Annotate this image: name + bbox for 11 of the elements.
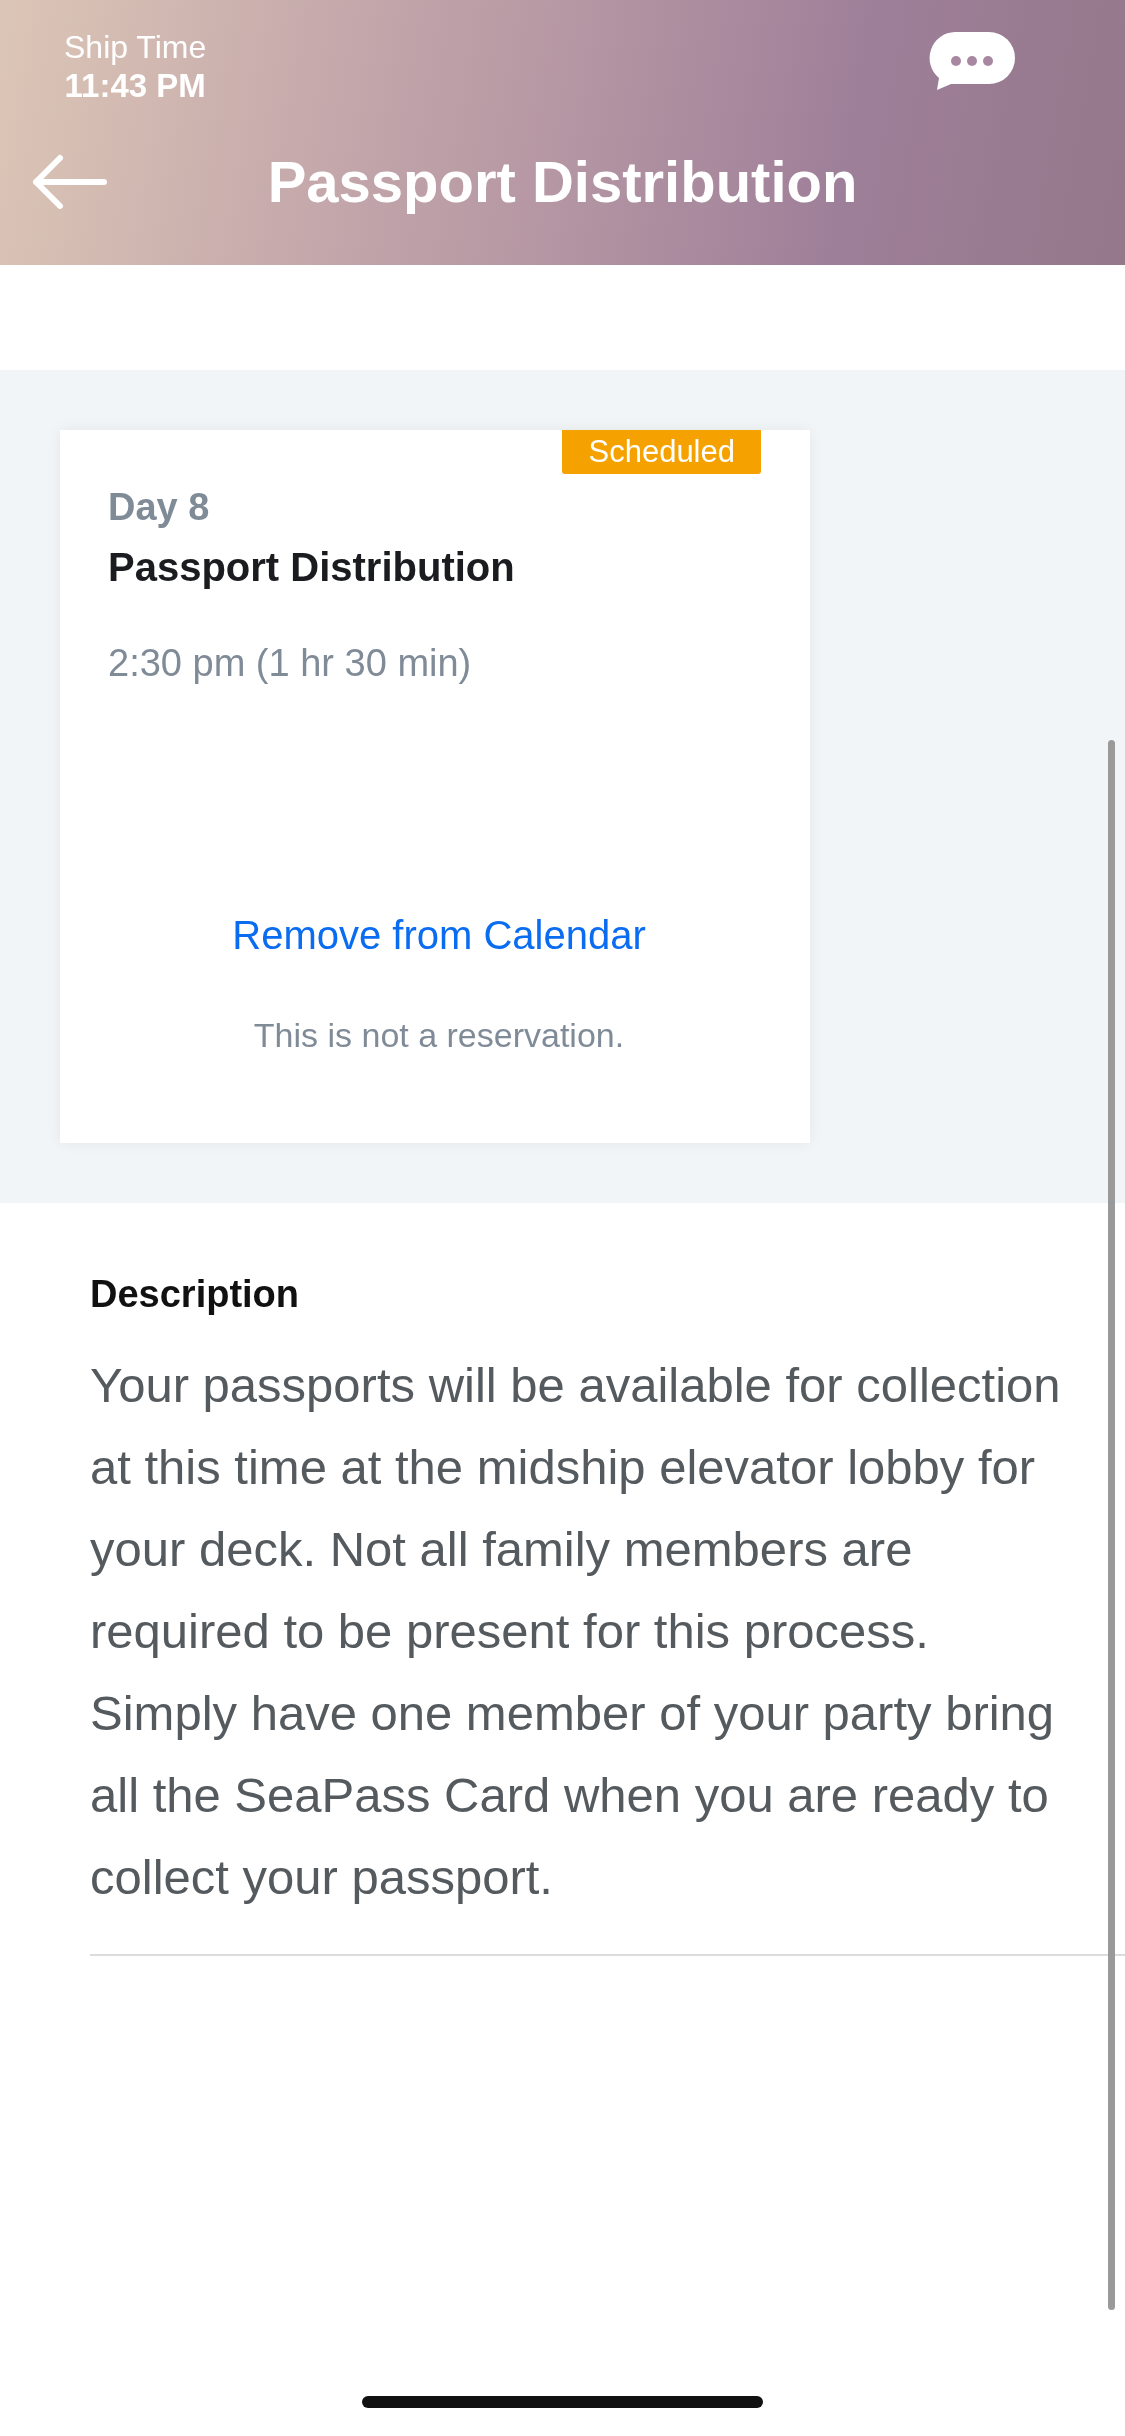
event-title: Passport Distribution <box>108 545 516 590</box>
reservation-note: This is not a reservation. <box>253 1016 625 1055</box>
status-badge: Scheduled <box>562 430 761 474</box>
page-title: Passport Distribution <box>267 147 858 215</box>
ship-time-label: Ship Time <box>64 28 207 66</box>
ship-time: 11:43 PM <box>64 66 206 106</box>
event-day: Day 8 <box>108 486 770 529</box>
remove-from-calendar-link[interactable]: Remove from Calendar <box>232 913 646 958</box>
description-text: Your passports will be available for collection at this time at the midship elevator lobby for your deck. Not all family members are required to be present for this process. Simply have one member of your party bring all the SeaPass Card when you are ready to collect your passport. <box>90 1357 1062 1906</box>
description-heading: Description <box>90 1273 301 1316</box>
event-time: 2:30 pm (1 hr 30 min) <box>108 642 473 685</box>
